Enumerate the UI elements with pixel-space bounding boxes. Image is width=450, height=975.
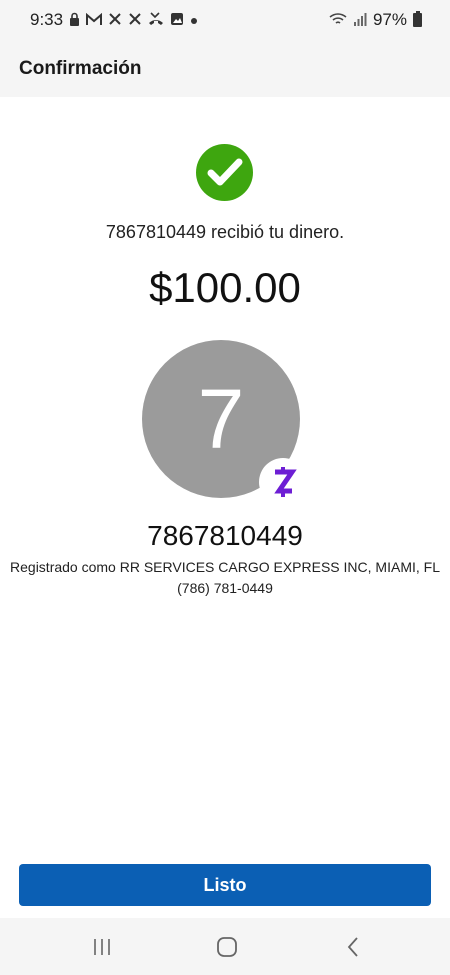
x-icon: [108, 12, 122, 28]
x-icon: [128, 12, 142, 28]
page-title: Confirmación: [19, 57, 142, 79]
recent-apps-icon[interactable]: [89, 936, 115, 958]
success-check-icon: [196, 144, 253, 201]
app-header: Confirmación: [0, 40, 450, 97]
wifi-icon: [329, 12, 347, 28]
transfer-amount: $100.00: [149, 264, 301, 311]
zelle-logo-icon: [259, 458, 307, 506]
registered-as-text: Registrado como RR SERVICES CARGO EXPRES…: [10, 559, 440, 575]
avatar-initial: 7: [197, 371, 245, 466]
status-right: 97%: [329, 10, 422, 30]
confirmation-message: 7867810449 recibió tu dinero.: [105, 222, 345, 242]
lock-icon: [69, 12, 80, 28]
back-icon[interactable]: [340, 936, 366, 958]
battery-icon: [413, 11, 422, 27]
missed-call-icon: [148, 12, 164, 28]
done-button[interactable]: Listo: [19, 864, 431, 906]
home-icon[interactable]: [214, 936, 240, 958]
recipient-phone: (786) 781-0449: [177, 580, 273, 596]
signal-icon: [353, 12, 367, 28]
battery-percent: 97%: [372, 10, 407, 29]
recipient-name: 7867810449: [147, 520, 303, 551]
status-left: 9:33: [30, 10, 198, 30]
navigation-bar: [0, 918, 450, 975]
status-bar: 9:33 97%: [0, 0, 450, 40]
gallery-icon: [170, 12, 184, 28]
status-time: 9:33: [30, 10, 64, 29]
dot-icon: [190, 13, 198, 27]
gmail-icon: [86, 12, 103, 28]
